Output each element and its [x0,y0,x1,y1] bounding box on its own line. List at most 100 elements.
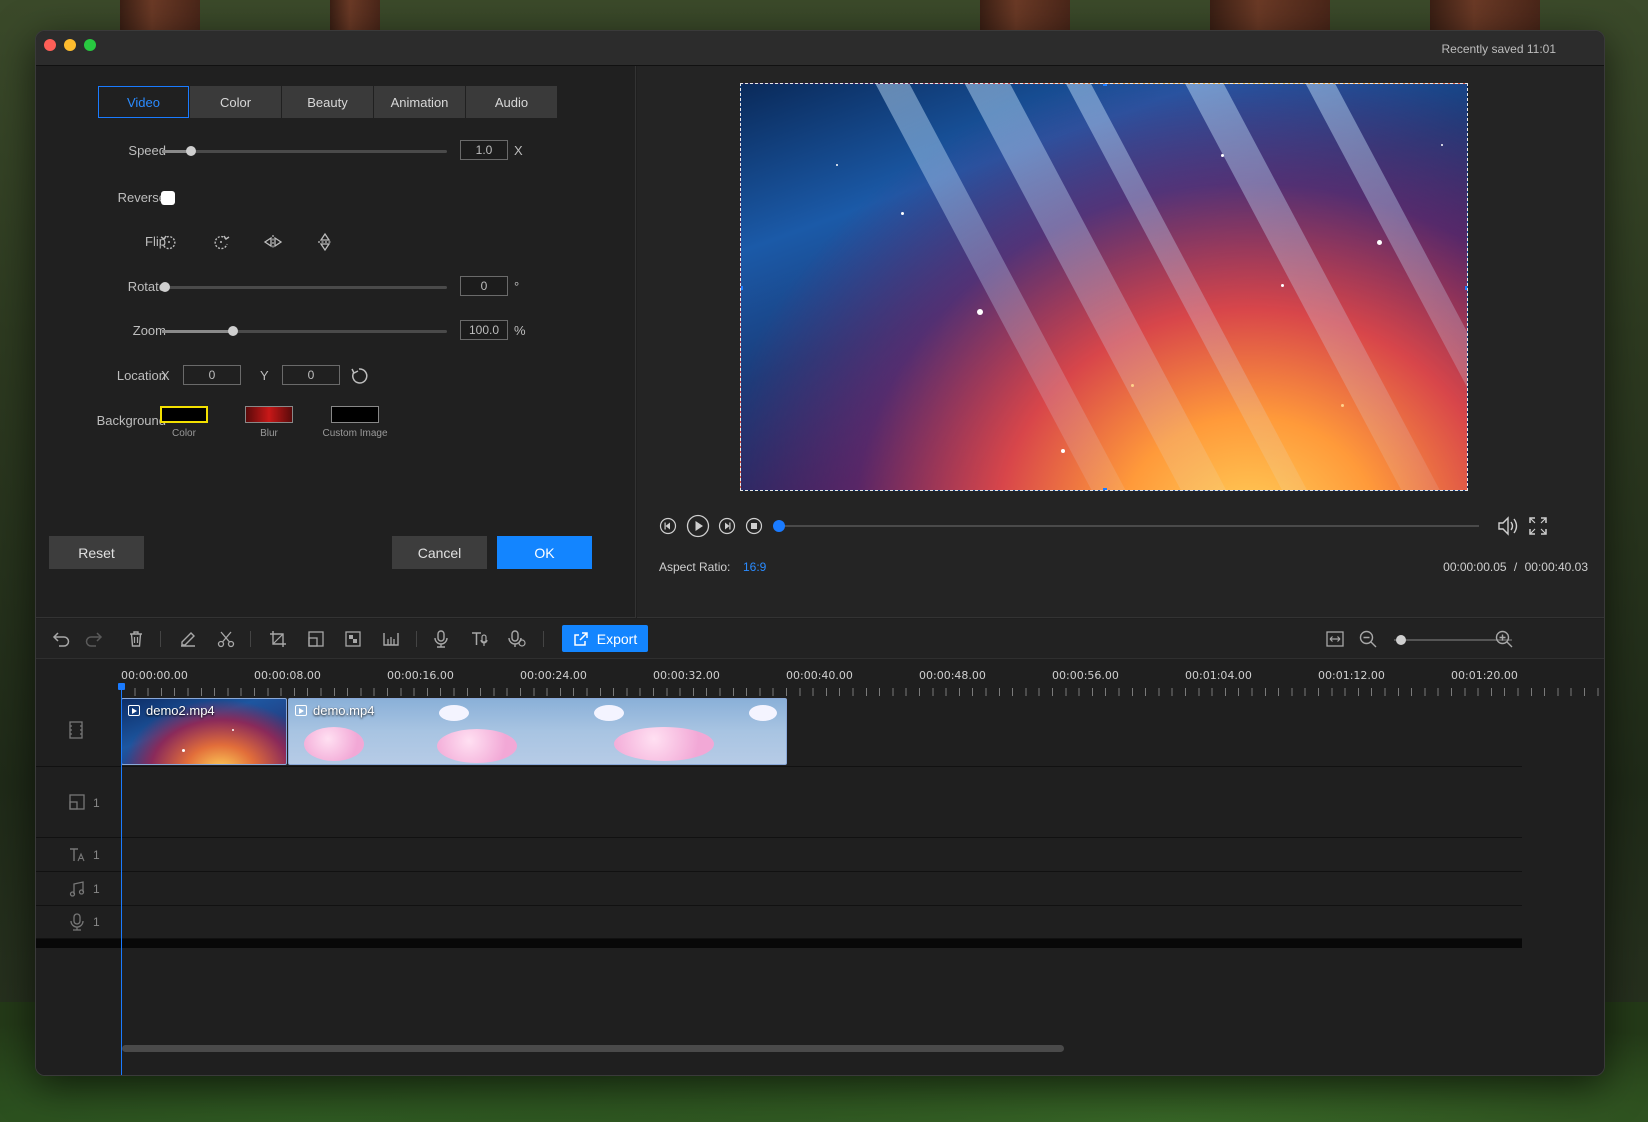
video-clip[interactable]: demo.mp4 [288,698,787,765]
marker-icon[interactable] [381,629,401,649]
clip-title: demo.mp4 [295,703,374,718]
background-color-swatch[interactable] [160,406,208,423]
star [1131,384,1134,387]
tab-animation[interactable]: Animation [374,86,465,118]
speed-slider[interactable] [162,146,447,156]
tab-video[interactable]: Video [98,86,189,118]
reverse-checkbox[interactable] [161,191,175,205]
volume-icon[interactable] [1496,515,1520,537]
location-x-input[interactable]: 0 [183,365,241,385]
delete-icon[interactable] [126,629,146,649]
rotate-slider[interactable] [160,282,447,292]
speed-input[interactable]: 1.0 [460,140,508,160]
track-count: 1 [93,848,100,862]
text-to-speech-icon[interactable] [469,629,489,649]
edit-toolbar: Export [36,619,1604,659]
app-window: Recently saved 11:01 Video Color Beauty … [35,30,1605,1076]
toolbar-separator [416,631,417,647]
track-count: 1 [93,882,100,896]
ruler-label: 00:00:56.00 [1052,669,1119,682]
record-voice-icon[interactable] [431,629,451,649]
edit-icon[interactable] [178,629,198,649]
background-custom-image-label: Custom Image [322,428,388,439]
undo-icon[interactable] [51,629,71,649]
zoom-label: Zoom [132,323,166,338]
cancel-button[interactable]: Cancel [392,536,487,569]
flip-horizontal-icon[interactable] [262,231,284,253]
tab-color[interactable]: Color [190,86,281,118]
star [977,309,983,315]
flip-vertical-icon[interactable] [314,231,336,253]
ruler-label: 00:00:48.00 [919,669,986,682]
background-blur-swatch[interactable] [245,406,293,423]
zoom-input[interactable]: 100.0 [460,320,508,340]
background-row: Background Color Blur Custom Image [36,406,636,446]
clip-name: demo2.mp4 [146,703,215,718]
zoom-window-button[interactable] [84,39,96,51]
fullscreen-icon[interactable] [1528,516,1548,536]
redo-icon[interactable] [84,629,104,649]
crop-icon[interactable] [268,629,288,649]
preview-panel: Aspect Ratio: 16:9 00:00:00.05 / 00:00:4… [637,66,1604,618]
zoom-slider-knob[interactable] [228,326,239,336]
rotate-input[interactable]: 0 [460,276,508,296]
resize-icon[interactable] [306,629,326,649]
cloud [304,727,364,761]
location-y-input[interactable]: 0 [282,365,340,385]
zoom-out-icon[interactable] [1358,629,1378,649]
export-button[interactable]: Export [562,625,648,652]
track-divider [36,939,1522,948]
stop-icon[interactable] [745,517,763,535]
video-clip[interactable]: demo2.mp4 [121,698,287,765]
resize-handle[interactable] [1465,286,1467,290]
resize-handle[interactable] [1103,84,1107,86]
rotate-right-icon[interactable] [210,231,232,253]
speed-slider-knob[interactable] [185,146,196,156]
playhead-handle[interactable] [118,683,125,690]
ok-button[interactable]: OK [497,536,592,569]
location-x-label: X [161,368,170,383]
background-color-label: Color [172,428,196,439]
playback-progress[interactable] [773,520,1479,532]
cut-icon[interactable] [216,629,236,649]
clip-name: demo.mp4 [313,703,375,718]
rotate-left-icon[interactable] [158,231,180,253]
play-icon[interactable] [686,514,710,538]
video-clip-icon [128,705,140,716]
location-y-label: Y [260,368,269,383]
time-ruler[interactable]: 00:00:00.00 00:00:08.00 00:00:16.00 00:0… [121,660,1604,696]
timeline-scrollbar[interactable] [122,1045,1064,1052]
tab-audio[interactable]: Audio [466,86,557,118]
fit-timeline-icon[interactable] [1325,629,1345,649]
playback-knob[interactable] [773,520,785,532]
current-time: 00:00:00.05 [1443,560,1507,574]
resize-handle[interactable] [741,286,743,290]
mosaic-icon[interactable] [343,629,363,649]
cloud [749,705,777,721]
voice-changer-icon[interactable] [507,629,527,649]
minimize-window-button[interactable] [64,39,76,51]
previous-frame-icon[interactable] [659,517,677,535]
background-custom-image-swatch[interactable] [331,406,379,423]
star [901,212,904,215]
next-frame-icon[interactable] [718,517,736,535]
ruler-label: 00:00:24.00 [520,669,587,682]
reset-button[interactable]: Reset [49,536,144,569]
aspect-ratio-value[interactable]: 16:9 [743,560,766,574]
close-window-button[interactable] [44,39,56,51]
export-label: Export [596,630,638,647]
zoom-in-icon[interactable] [1494,629,1514,649]
export-icon [574,631,588,646]
zoom-slider[interactable] [162,326,447,336]
playhead[interactable] [121,686,122,1075]
resize-handle[interactable] [1103,488,1107,490]
toolbar-separator [250,631,251,647]
tab-beauty[interactable]: Beauty [282,86,373,118]
video-preview[interactable] [740,83,1468,491]
reset-location-icon[interactable] [349,366,369,386]
timeline-zoom-knob[interactable] [1396,635,1406,645]
rotate-slider-knob[interactable] [160,282,170,292]
properties-panel: Video Color Beauty Animation Audio Speed… [36,66,636,618]
reverse-row: Reverse [36,183,636,213]
overlay-track: 1 [36,767,1522,838]
